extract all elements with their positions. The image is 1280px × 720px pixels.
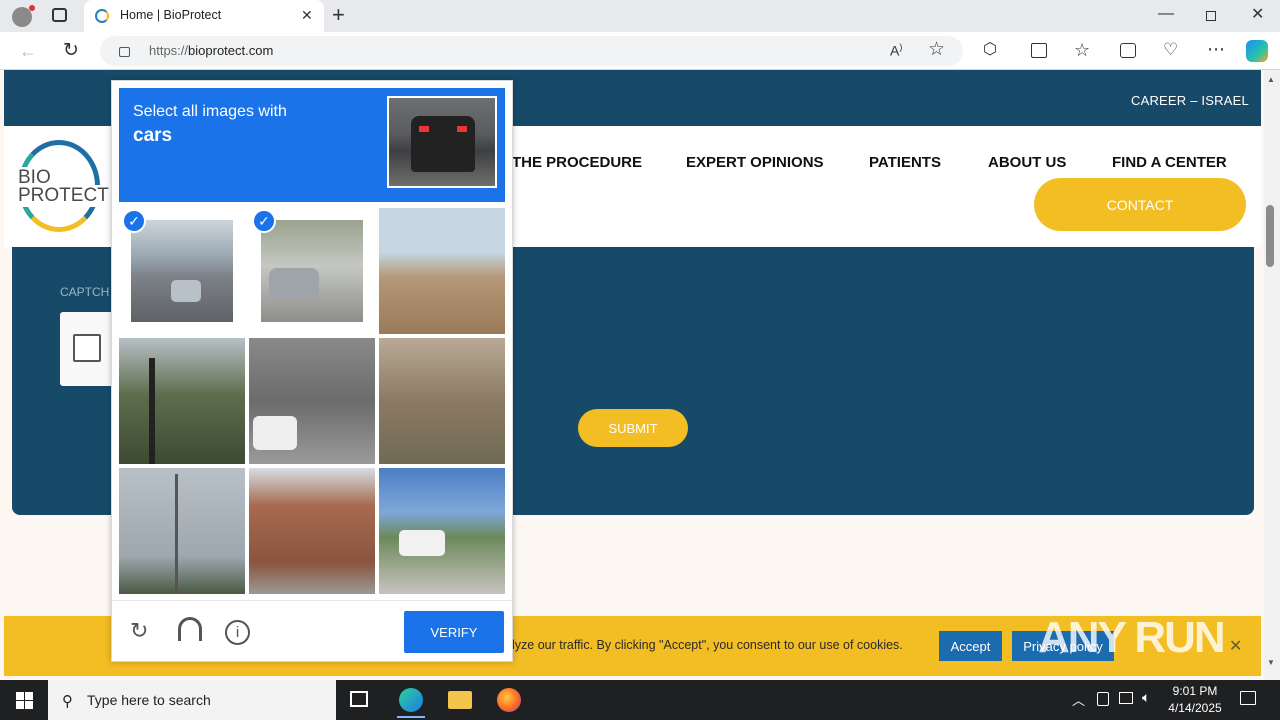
info-icon[interactable]: i bbox=[225, 620, 250, 645]
extensions-icon[interactable]: ⬡ bbox=[983, 42, 997, 58]
volume-icon[interactable]: 🔈︎ bbox=[1142, 689, 1150, 706]
window-close-icon[interactable]: ✕ bbox=[1251, 7, 1264, 23]
search-placeholder: Type here to search bbox=[87, 692, 211, 708]
logo-text-2: PROTECT bbox=[18, 185, 109, 207]
copilot-icon[interactable] bbox=[1246, 40, 1268, 62]
task-view-icon[interactable] bbox=[350, 691, 368, 707]
tab-close-icon[interactable]: ✕ bbox=[301, 8, 313, 22]
verify-button[interactable]: VERIFY bbox=[404, 611, 504, 653]
active-app-indicator bbox=[397, 716, 425, 718]
read-aloud-icon[interactable]: A) bbox=[890, 43, 902, 58]
more-menu-icon[interactable]: ⋯ bbox=[1207, 40, 1225, 58]
favorite-star-icon[interactable]: ☆ bbox=[928, 40, 945, 59]
browser-essentials-icon[interactable]: ♡ bbox=[1163, 41, 1178, 58]
submit-button[interactable]: SUBMIT bbox=[578, 409, 688, 447]
search-icon: ⚲ bbox=[62, 693, 73, 710]
nav-find-a-center[interactable]: FIND A CENTER bbox=[1112, 154, 1227, 171]
hcaptcha-prompt: Select all images with bbox=[133, 103, 287, 120]
collections-icon[interactable] bbox=[1120, 43, 1136, 58]
hcaptcha-footer-divider bbox=[112, 600, 512, 601]
career-link[interactable]: CAREER – ISRAEL bbox=[1131, 93, 1249, 108]
notification-icon[interactable] bbox=[1240, 691, 1256, 705]
nav-the-procedure[interactable]: THE PROCEDURE bbox=[512, 154, 642, 171]
new-tab-button[interactable]: + bbox=[332, 4, 345, 26]
clock-date: 4/14/2025 bbox=[1168, 701, 1222, 715]
captcha-tile-5[interactable] bbox=[249, 338, 375, 464]
scrollbar[interactable] bbox=[1264, 70, 1280, 680]
captcha-tile-9[interactable] bbox=[379, 468, 505, 594]
audio-challenge-icon[interactable] bbox=[178, 617, 202, 641]
tray-chevron-icon[interactable]: ︿ bbox=[1072, 690, 1085, 709]
captcha-tile-7[interactable] bbox=[119, 468, 245, 594]
captcha-tile-6[interactable] bbox=[379, 338, 505, 464]
captcha-label: CAPTCH bbox=[60, 285, 110, 299]
tab-actions-icon[interactable] bbox=[52, 8, 67, 22]
scrollbar-thumb[interactable] bbox=[1266, 205, 1274, 267]
tile-2-check-icon: ✓ bbox=[252, 209, 276, 233]
watermark: ANY RUN bbox=[1038, 613, 1226, 662]
scroll-down-icon[interactable]: ▼ bbox=[1267, 658, 1275, 667]
contact-button[interactable]: CONTACT bbox=[1034, 178, 1246, 231]
accept-cookies-button[interactable]: Accept bbox=[939, 631, 1002, 661]
favorites-icon[interactable]: ☆ bbox=[1074, 41, 1090, 59]
url-text[interactable]: https://bioprotect.com bbox=[149, 43, 273, 58]
file-explorer-icon[interactable] bbox=[448, 691, 472, 709]
refresh-icon[interactable]: ↻ bbox=[63, 41, 79, 60]
captcha-tile-3[interactable] bbox=[379, 208, 505, 334]
notification-dot bbox=[29, 5, 35, 11]
nav-expert-opinions[interactable]: EXPERT OPINIONS bbox=[686, 154, 824, 171]
edge-icon[interactable] bbox=[399, 688, 423, 712]
tray-device-icon[interactable] bbox=[1097, 692, 1109, 706]
tile-1-check-icon: ✓ bbox=[122, 209, 146, 233]
nav-about-us[interactable]: ABOUT US bbox=[988, 154, 1066, 171]
tab-title: Home | BioProtect bbox=[120, 8, 222, 22]
start-icon[interactable] bbox=[16, 692, 33, 709]
cookie-close-icon[interactable]: ✕ bbox=[1229, 636, 1242, 656]
scroll-up-icon[interactable]: ▲ bbox=[1267, 75, 1275, 84]
captcha-tile-8[interactable] bbox=[249, 468, 375, 594]
split-screen-icon[interactable] bbox=[1031, 43, 1047, 58]
hcaptcha-sample-image bbox=[387, 96, 497, 188]
tab-favicon-icon bbox=[95, 9, 109, 23]
captcha-tile-4[interactable] bbox=[119, 338, 245, 464]
refresh-challenge-icon[interactable]: ↻ bbox=[130, 618, 148, 644]
minimize-icon[interactable]: — bbox=[1158, 6, 1174, 22]
nav-patients[interactable]: PATIENTS bbox=[869, 154, 941, 171]
restore-icon[interactable] bbox=[1206, 11, 1216, 21]
taskbar-clock[interactable]: 9:01 PM 4/14/2025 bbox=[1160, 683, 1230, 717]
lock-icon bbox=[119, 47, 130, 57]
cookie-text: lyze our traffic. By clicking "Accept", … bbox=[512, 638, 903, 652]
clock-time: 9:01 PM bbox=[1172, 684, 1218, 698]
network-icon[interactable] bbox=[1119, 692, 1133, 704]
back-icon[interactable]: ← bbox=[19, 42, 37, 60]
firefox-icon[interactable] bbox=[497, 688, 521, 712]
hcaptcha-target-word: cars bbox=[133, 125, 173, 146]
captcha-checkbox[interactable] bbox=[73, 334, 101, 362]
